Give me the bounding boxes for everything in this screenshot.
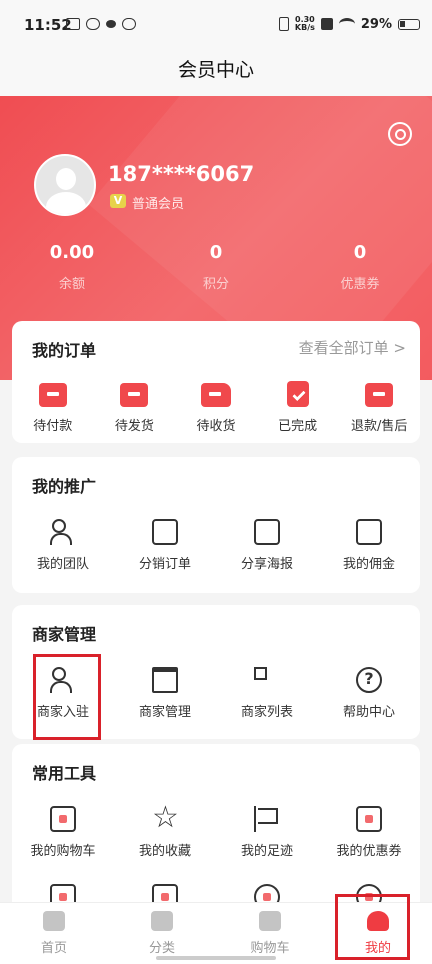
tools-row: 我的购物车 我的收藏 我的足迹 我的优惠券 <box>12 800 420 859</box>
tools-card: 常用工具 我的购物车 我的收藏 我的足迹 我的优惠券 <box>12 744 420 914</box>
truck-icon <box>200 383 231 407</box>
order-pending-shipment[interactable]: 待发货 <box>94 379 176 434</box>
poster-icon <box>254 519 280 545</box>
wifi-icon <box>338 18 355 30</box>
tab-mine-highlight <box>335 894 410 960</box>
distribution-orders[interactable]: 分销订单 <box>114 515 216 572</box>
merchant-title: 商家管理 <box>32 625 97 644</box>
tab-cart[interactable]: 购物车 <box>216 903 324 964</box>
merchant-manage[interactable]: 商家管理 <box>114 663 216 720</box>
promotion-card: 我的推广 我的团队 分销订单 分享海报 我的佣金 <box>12 457 420 593</box>
home-indicator <box>156 956 276 960</box>
tools-title: 常用工具 <box>32 764 97 783</box>
message-icon <box>66 18 80 30</box>
order-pending-payment[interactable]: 待付款 <box>12 379 94 434</box>
order-pending-receipt[interactable]: 待收货 <box>175 379 257 434</box>
grid-list-icon <box>254 667 280 693</box>
order-list-icon <box>152 519 178 545</box>
coupon-icon <box>356 806 382 832</box>
merchant-list[interactable]: 商家列表 <box>216 663 318 720</box>
my-team[interactable]: 我的团队 <box>12 515 114 572</box>
category-icon <box>151 911 173 931</box>
flag-icon <box>254 806 280 832</box>
my-footprints[interactable]: 我的足迹 <box>216 802 318 859</box>
tab-home[interactable]: 首页 <box>0 903 108 964</box>
view-all-orders-link[interactable]: 查看全部订单 > <box>299 337 406 358</box>
wallet-icon <box>38 383 67 407</box>
order-refund[interactable]: 退款/售后 <box>338 379 420 434</box>
share-poster[interactable]: 分享海报 <box>216 515 318 572</box>
store-icon <box>152 667 178 693</box>
help-icon <box>356 667 382 693</box>
notification-icons <box>66 18 136 30</box>
app-icon <box>86 18 100 30</box>
merchant-join-highlight <box>33 654 101 740</box>
cloud-icon <box>106 20 116 28</box>
orders-row: 待付款 待发货 待收货 已完成 退款/售后 <box>12 379 420 434</box>
my-coupons[interactable]: 我的优惠券 <box>318 802 420 859</box>
commission-icon <box>356 519 382 545</box>
orders-title: 我的订单 <box>32 341 97 360</box>
orders-card: 我的订单 查看全部订单 > 待付款 待发货 待收货 已完成 退款/售后 <box>12 321 420 443</box>
help-center[interactable]: 帮助中心 <box>318 663 420 720</box>
my-favorites[interactable]: 我的收藏 <box>114 800 216 859</box>
user-phone: 187****6067 <box>108 162 255 186</box>
stats-row: 0.00 余额 0 积分 0 优惠券 <box>0 242 432 292</box>
team-icon <box>50 519 76 545</box>
vip-badge-icon: V <box>110 194 126 208</box>
sim-icon <box>320 18 333 30</box>
my-cart[interactable]: 我的购物车 <box>12 802 114 859</box>
promotion-title: 我的推广 <box>32 477 97 496</box>
title-bar: 会员中心 <box>0 52 432 96</box>
stat-balance[interactable]: 0.00 余额 <box>0 242 144 292</box>
clipboard-check-icon <box>286 381 309 407</box>
cart-icon <box>50 806 76 832</box>
star-icon <box>152 800 179 835</box>
settings-gear-icon[interactable] <box>388 122 412 146</box>
cart-icon <box>259 911 281 931</box>
status-bar: 11:52 0.30 KB/s 29% <box>0 0 432 52</box>
order-completed[interactable]: 已完成 <box>257 379 339 434</box>
status-time: 11:52 <box>24 16 72 34</box>
battery-icon <box>398 18 420 30</box>
member-level: 普通会员 <box>132 197 185 212</box>
status-right: 0.30 KB/s 29% <box>278 15 420 32</box>
box-icon <box>120 383 149 407</box>
avatar[interactable] <box>34 154 96 216</box>
promotion-row: 我的团队 分销订单 分享海报 我的佣金 <box>12 515 420 572</box>
vibrate-icon <box>278 17 289 31</box>
home-icon <box>43 911 65 931</box>
my-commission[interactable]: 我的佣金 <box>318 515 420 572</box>
tab-category[interactable]: 分类 <box>108 903 216 964</box>
page-title: 会员中心 <box>177 59 254 81</box>
network-speed: 0.30 KB/s <box>294 15 315 32</box>
stat-points[interactable]: 0 积分 <box>144 242 288 292</box>
refund-icon <box>365 383 394 407</box>
battery-percent: 29% <box>360 16 392 32</box>
face-icon <box>122 18 136 30</box>
stat-coupons[interactable]: 0 优惠券 <box>288 242 432 292</box>
